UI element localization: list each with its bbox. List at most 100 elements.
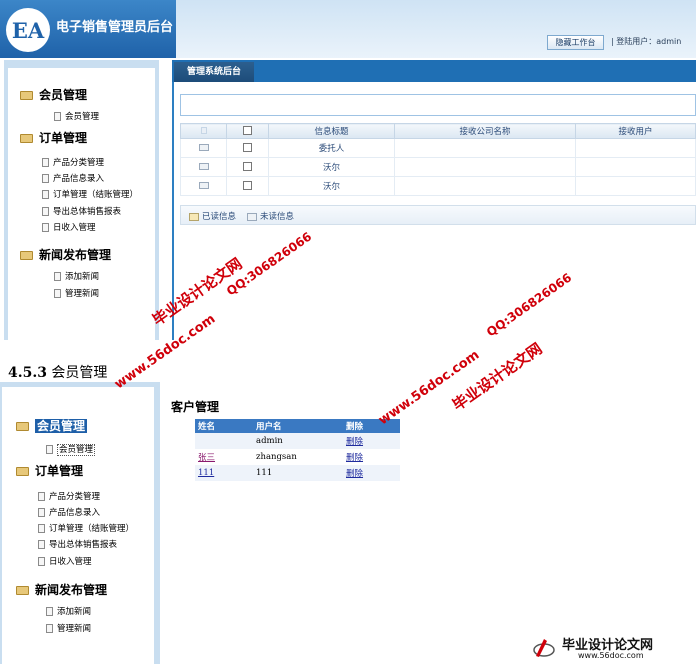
row-checkbox-cell[interactable] <box>226 157 269 177</box>
document-icon <box>42 158 49 167</box>
customer-name-cell: 111 <box>195 465 253 481</box>
sidebar-panel: 会员管理 会员管理 订单管理 产品分类管理 产品信息录入 订单管理（结账管理） … <box>8 68 155 340</box>
app-logo: EA <box>6 8 50 52</box>
row-checkbox-cell[interactable] <box>226 138 269 158</box>
nav-item-category[interactable]: 产品分类管理 <box>38 490 100 502</box>
nav-item-export-report[interactable]: 导出总体销售报表 <box>38 538 117 550</box>
nav-item-label: 添加新闻 <box>65 272 100 282</box>
document-icon <box>42 190 49 199</box>
nav-group-news[interactable]: 新闻发布管理 <box>20 246 111 263</box>
nav-item-product-entry[interactable]: 产品信息录入 <box>42 172 104 184</box>
message-title[interactable]: 沃尔 <box>268 176 395 196</box>
nav-item-member-manage[interactable]: 会员管理 <box>54 110 99 122</box>
unread-mail-icon <box>198 144 209 151</box>
row-checkbox[interactable] <box>243 143 252 152</box>
delete-link[interactable]: 删除 <box>346 469 363 479</box>
row-icon-cell <box>180 176 227 196</box>
section-heading: 4.5.3 会员管理 <box>8 362 107 382</box>
tab-admin-backend[interactable]: 管理系统后台 <box>174 62 254 82</box>
customer-username: admin <box>253 433 343 449</box>
document-icon <box>54 272 61 281</box>
document-icon <box>38 492 45 501</box>
unread-mail-icon <box>198 182 209 189</box>
column-header[interactable]: 接收公司名称 <box>394 123 576 139</box>
watermark-logo: 毕业设计论文网 www.56doc.com <box>532 634 696 664</box>
table-row[interactable]: 沃尔 <box>180 176 696 196</box>
customer-table: 姓名 用户名 删除 admin 删除 张三 zhangsan 删除 111 11… <box>195 419 400 481</box>
row-checkbox[interactable] <box>243 162 252 171</box>
document-icon <box>46 607 53 616</box>
message-title[interactable]: 委托人 <box>268 138 395 158</box>
message-title[interactable]: 沃尔 <box>268 157 395 177</box>
folder-icon <box>20 91 33 100</box>
nav-item-label: 产品信息录入 <box>53 174 105 184</box>
row-checkbox[interactable] <box>243 181 252 190</box>
folder-icon <box>16 422 29 431</box>
company-name <box>394 176 576 196</box>
nav-item-daily-income[interactable]: 日收入管理 <box>42 221 96 233</box>
logo-area: EA 电子销售管理员后台 <box>0 0 176 58</box>
nav-item-label: 导出总体销售报表 <box>49 540 118 550</box>
unread-mail-icon <box>247 212 257 221</box>
folder-icon <box>20 134 33 143</box>
folder-icon <box>20 251 33 260</box>
table-row: 张三 zhangsan 删除 <box>195 449 400 465</box>
select-all-header[interactable] <box>226 123 269 139</box>
nav-item-label: 管理新闻 <box>57 624 92 634</box>
customer-name-link[interactable]: 111 <box>198 468 214 478</box>
nav-group-member[interactable]: 会员管理 <box>20 86 87 103</box>
legend-read: 已读信息 <box>189 210 236 222</box>
nav-item-order-manage[interactable]: 订单管理（结账管理） <box>38 522 134 534</box>
company-name <box>394 157 576 177</box>
nav-item-label: 管理新闻 <box>65 289 100 299</box>
app-title: 电子销售管理员后台 <box>56 20 174 35</box>
table-row: 111 111 删除 <box>195 465 400 481</box>
nav-item-add-news[interactable]: 添加新闻 <box>54 270 99 282</box>
nav-item-export-report[interactable]: 导出总体销售报表 <box>42 205 121 217</box>
document-icon <box>46 445 53 454</box>
table-header-row: 信息标题 接收公司名称 接收用户 <box>180 123 696 139</box>
nav-item-product-entry[interactable]: 产品信息录入 <box>38 506 100 518</box>
nav-item-manage-news[interactable]: 管理新闻 <box>54 287 99 299</box>
table-row[interactable]: 委托人 <box>180 138 696 158</box>
nav-item-label: 订单管理（结账管理） <box>49 524 135 534</box>
select-all-checkbox[interactable] <box>243 126 252 135</box>
nav-item-manage-news[interactable]: 管理新闻 <box>46 622 91 634</box>
company-name <box>394 138 576 158</box>
nav-group-news[interactable]: 新闻发布管理 <box>16 581 107 598</box>
hide-workbench-button[interactable]: 隐藏工作台 <box>547 35 604 50</box>
document-icon <box>38 524 45 533</box>
nav-item-label: 产品分类管理 <box>53 158 105 168</box>
nav-item-daily-income[interactable]: 日收入管理 <box>38 555 92 567</box>
legend-read-label: 已读信息 <box>202 212 237 222</box>
legend-unread-label: 未读信息 <box>260 212 295 222</box>
nav-item-category[interactable]: 产品分类管理 <box>42 156 104 168</box>
customer-name-link[interactable]: 张三 <box>198 453 215 463</box>
nav-item-label: 日收入管理 <box>49 557 92 567</box>
document-icon <box>46 624 53 633</box>
section-number: 4.5.3 <box>8 365 47 381</box>
nav-item-label: 会员管理 <box>65 112 100 122</box>
nav-item-label: 导出总体销售报表 <box>53 207 122 217</box>
nav-group-order[interactable]: 订单管理 <box>20 129 87 146</box>
column-header[interactable]: 信息标题 <box>268 123 395 139</box>
nav-group-label: 订单管理 <box>35 464 84 478</box>
search-input[interactable] <box>180 94 696 116</box>
delete-link[interactable]: 删除 <box>346 437 363 447</box>
document-icon <box>54 112 61 121</box>
nav-group-member[interactable]: 会员管理 <box>16 417 88 434</box>
nav-item-add-news[interactable]: 添加新闻 <box>46 605 91 617</box>
sidebar: 会员管理 会员管理 订单管理 产品分类管理 产品信息录入 订单管理（结账管理） … <box>4 60 159 340</box>
nav-item-order-manage[interactable]: 订单管理（结账管理） <box>42 188 138 200</box>
read-mail-icon <box>189 212 199 221</box>
nav-item-member-manage[interactable]: 会员管理 <box>46 443 96 456</box>
table-row[interactable]: 沃尔 <box>180 157 696 177</box>
column-header[interactable]: 接收用户 <box>575 123 696 139</box>
sidebar: 会员管理 会员管理 订单管理 产品分类管理 产品信息录入 订单管理（结账管理） … <box>0 382 160 664</box>
row-checkbox-cell[interactable] <box>226 176 269 196</box>
page-title: 客户管理 <box>171 400 220 414</box>
admin-console-screenshot: EA 电子销售管理员后台 隐藏工作台 | 登陆用户：admin 会员管理 会员管… <box>0 0 696 340</box>
nav-group-order[interactable]: 订单管理 <box>16 462 83 479</box>
delete-link[interactable]: 删除 <box>346 453 363 463</box>
member-management-screenshot: 会员管理 会员管理 订单管理 产品分类管理 产品信息录入 订单管理（结账管理） … <box>0 382 696 664</box>
